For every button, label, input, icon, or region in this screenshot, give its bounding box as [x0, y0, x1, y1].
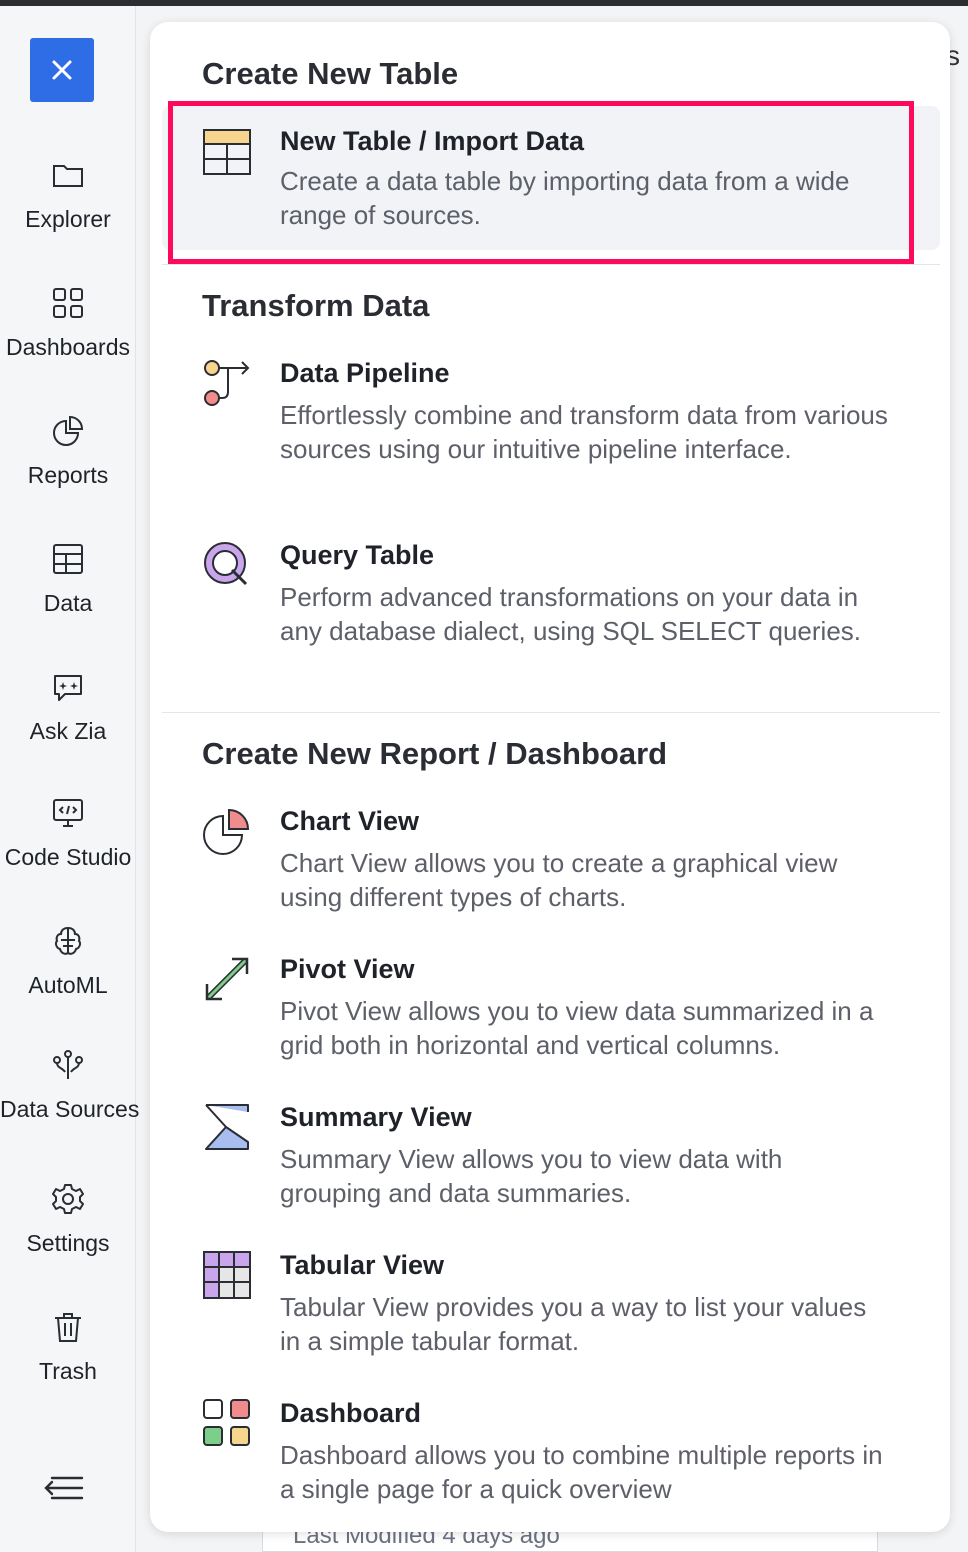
menu-item-title: Tabular View [280, 1250, 445, 1280]
menu-item-chart-view[interactable]: Chart View Chart View allows you to crea… [162, 806, 940, 916]
data-sources-icon [53, 1050, 83, 1079]
gear-icon [52, 1184, 84, 1214]
menu-item-desc: Dashboard allows you to combine multiple… [280, 1440, 883, 1504]
zia-chat-icon [54, 675, 82, 701]
sidebar-item-label: Data Sources [0, 1096, 140, 1122]
section-divider [162, 264, 940, 265]
query-icon [204, 542, 248, 586]
menu-item-desc: Tabular View provides you a way to list … [280, 1292, 867, 1356]
folder-icon [53, 165, 83, 187]
sidebar-item-label: Trash [39, 1358, 97, 1384]
menu-item-title: Summary View [280, 1102, 472, 1132]
code-monitor-icon [53, 799, 83, 827]
menu-item-tabular-view[interactable]: Tabular View Tabular View provides you a… [162, 1250, 940, 1360]
sidebar-item-explorer[interactable]: Explorer [0, 158, 136, 258]
section-title-transform-data: Transform Data [202, 288, 430, 323]
trash-icon [55, 1313, 81, 1342]
menu-item-dashboard[interactable]: Dashboard Dashboard allows you to combin… [162, 1398, 940, 1508]
menu-item-desc: Summary View allows you to view data wit… [280, 1144, 783, 1208]
pivot-arrow-icon [205, 957, 249, 1001]
sidebar-item-label: Data [43, 590, 93, 616]
sidebar-item-label: Settings [26, 1230, 110, 1256]
top-bar [0, 0, 968, 6]
sidebar-item-label: Ask Zia [29, 718, 107, 744]
menu-item-title: Dashboard [280, 1398, 422, 1428]
close-icon [52, 60, 72, 80]
sidebar-item-reports[interactable]: Reports [0, 414, 136, 514]
menu-item-pivot-view[interactable]: Pivot View Pivot View allows you to view… [162, 954, 940, 1064]
menu-item-title: Data Pipeline [280, 358, 450, 388]
sidebar-item-settings[interactable]: Settings [0, 1182, 136, 1282]
sidebar-item-data-sources[interactable]: Data Sources [0, 1048, 140, 1148]
dashboard-tiles-icon [203, 1399, 250, 1446]
create-menu-panel: Create New Table New Table / Import Data… [150, 22, 950, 1532]
menu-item-desc: Perform advanced transformations on your… [280, 582, 862, 646]
close-button[interactable] [30, 38, 94, 102]
menu-item-title: Chart View [280, 806, 420, 836]
pie-chart-icon [53, 415, 84, 446]
table-icon [53, 544, 83, 574]
dashboards-grid-icon [53, 288, 83, 318]
sidebar-item-dashboards[interactable]: Dashboards [0, 286, 136, 386]
sidebar-item-label: AutoML [28, 972, 108, 998]
menu-item-title: Query Table [280, 540, 435, 570]
automl-brain-icon [55, 926, 81, 955]
menu-item-new-table[interactable]: New Table / Import Data Create a data ta… [162, 106, 940, 250]
sigma-icon [205, 1104, 249, 1150]
collapse-sidebar-icon[interactable] [42, 1472, 86, 1506]
menu-item-desc: Chart View allows you to create a graphi… [280, 848, 838, 912]
section-title-create-table: Create New Table [202, 56, 459, 91]
menu-item-desc: Effortlessly combine and transform data … [280, 400, 888, 464]
sidebar-item-label: Explorer [25, 206, 111, 232]
section-title-create-report: Create New Report / Dashboard [202, 736, 668, 771]
sidebar-item-ask-zia[interactable]: Ask Zia [0, 670, 136, 770]
sidebar-item-label: Dashboards [5, 334, 131, 360]
menu-item-title: New Table / Import Data [280, 126, 585, 156]
pipeline-icon [204, 360, 250, 406]
sidebar: Explorer Dashboards Reports Data Ask Zia [0, 6, 140, 1552]
tabular-grid-icon [203, 1251, 251, 1299]
sidebar-item-label: Reports [27, 462, 109, 488]
menu-item-title: Pivot View [280, 954, 415, 984]
menu-item-desc: Create a data table by importing data fr… [280, 166, 850, 230]
sidebar-item-trash[interactable]: Trash [0, 1310, 136, 1410]
sidebar-item-label: Code Studio [4, 844, 132, 870]
sidebar-item-automl[interactable]: AutoML [0, 924, 136, 1024]
sidebar-item-code-studio[interactable]: Code Studio [0, 796, 136, 896]
table-import-icon [203, 129, 251, 175]
menu-item-query-table[interactable]: Query Table Perform advanced transformat… [162, 540, 940, 690]
menu-item-data-pipeline[interactable]: Data Pipeline Effortlessly combine and t… [162, 358, 940, 508]
pie-chart-icon [203, 808, 250, 855]
menu-item-summary-view[interactable]: Summary View Summary View allows you to … [162, 1102, 940, 1212]
menu-item-desc: Pivot View allows you to view data summa… [280, 996, 874, 1060]
section-divider [162, 712, 940, 713]
sidebar-item-data[interactable]: Data [0, 542, 136, 642]
